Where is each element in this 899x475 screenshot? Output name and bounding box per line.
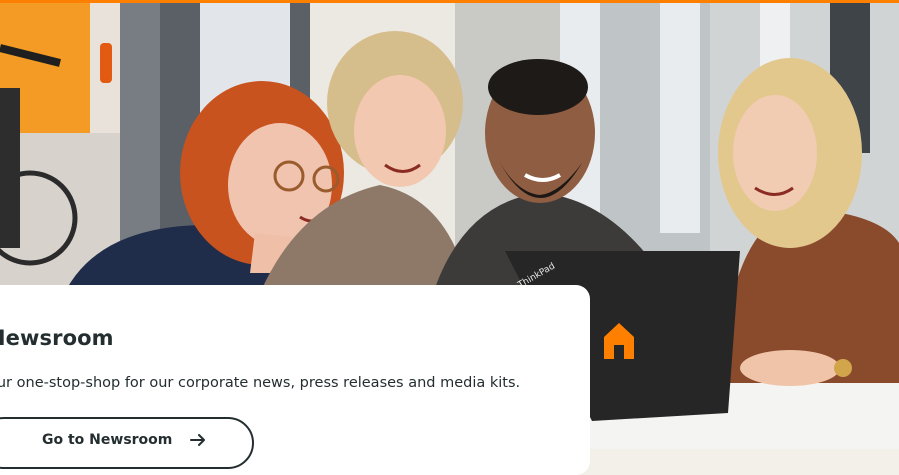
card-title: Newsroom: [0, 326, 114, 350]
newsroom-card: Newsroom our one-stop-shop for our corpo…: [0, 285, 590, 475]
go-to-newsroom-label: Go to Newsroom: [42, 432, 173, 448]
arrow-right-icon: [190, 434, 206, 446]
go-to-newsroom-button[interactable]: Go to Newsroom: [0, 417, 254, 469]
card-description: our one-stop-shop for our corporate news…: [0, 375, 521, 391]
